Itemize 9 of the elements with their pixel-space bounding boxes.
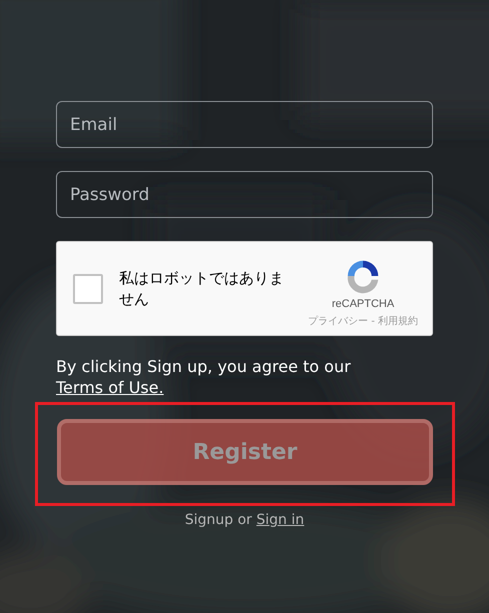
- password-field[interactable]: Password: [56, 171, 433, 218]
- terms-text: By clicking Sign up, you agree to our Terms of Use.: [56, 356, 352, 398]
- captcha-checkbox[interactable]: [73, 274, 103, 304]
- signin-prompt: Signup or Sign in: [184, 512, 306, 528]
- email-field[interactable]: Email: [56, 101, 433, 148]
- captcha-label: 私はロボットではありません: [119, 268, 285, 309]
- sign-in-link[interactable]: Sign in: [256, 512, 304, 528]
- recaptcha-label: reCAPTCHA: [332, 298, 394, 310]
- terms-link[interactable]: Terms of Use.: [56, 378, 164, 397]
